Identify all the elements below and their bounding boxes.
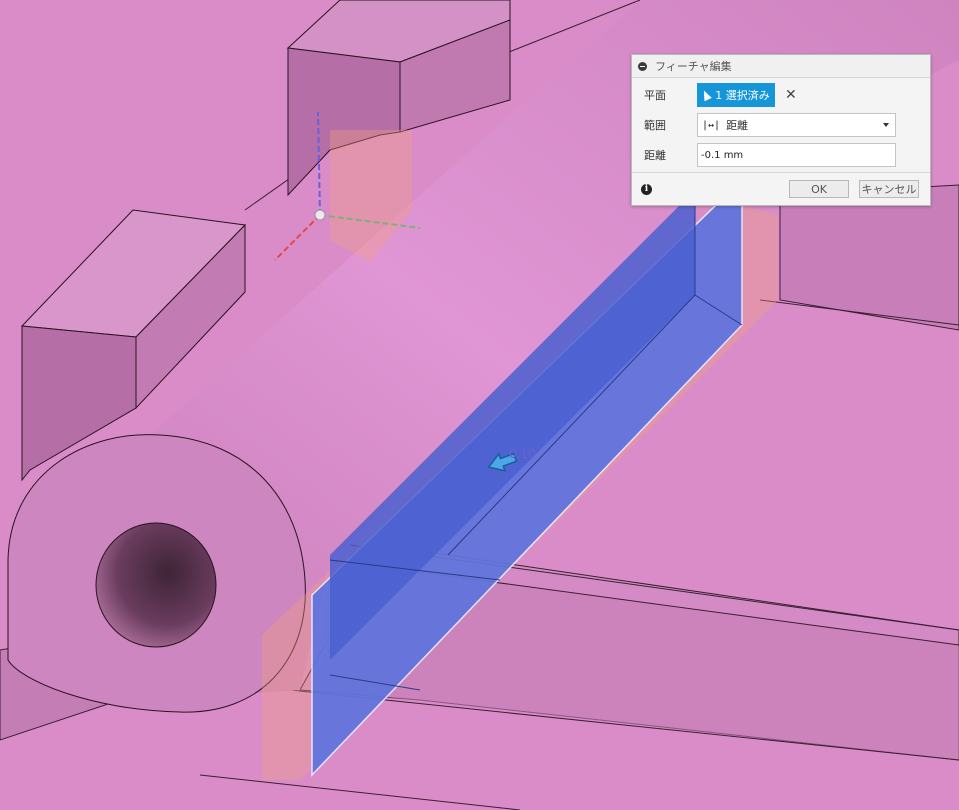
extent-label: 範囲 [644, 119, 666, 132]
distance-label: 距離 [644, 149, 666, 162]
dialog-title: フィーチャ編集 [655, 60, 732, 73]
clear-selection-icon[interactable]: ✕ [785, 87, 797, 103]
distance-row: 距離 [632, 142, 930, 168]
bore-hole [95, 522, 217, 648]
plane-label: 平面 [644, 89, 666, 102]
triad-origin [314, 209, 326, 221]
plane-row: 平面 1 選択済み ✕ [632, 82, 930, 108]
dialog-footer: i OK キャンセル [632, 172, 930, 206]
cancel-button[interactable]: キャンセル [859, 180, 919, 198]
edit-feature-dialog: フィーチャ編集 平面 1 選択済み ✕ 範囲 |↔| 距離 距離 i OK キャ… [631, 54, 931, 206]
distance-input[interactable] [697, 143, 896, 167]
plane-selection-text: 1 選択済み [715, 89, 770, 102]
dimension-label[interactable]: 0.10 [509, 447, 536, 461]
plane-selection-button[interactable]: 1 選択済み [697, 83, 775, 107]
extent-value: 距離 [726, 119, 749, 132]
dialog-header[interactable]: フィーチャ編集 [632, 55, 930, 78]
collapse-icon[interactable] [638, 61, 647, 71]
ok-button[interactable]: OK [789, 180, 849, 198]
extent-dropdown[interactable]: |↔| 距離 [697, 113, 896, 137]
info-icon[interactable]: i [641, 184, 652, 195]
distance-icon: |↔| [702, 119, 721, 131]
extent-row: 範囲 |↔| 距離 [632, 112, 930, 138]
chevron-down-icon [883, 123, 889, 127]
cursor-icon [700, 88, 712, 102]
